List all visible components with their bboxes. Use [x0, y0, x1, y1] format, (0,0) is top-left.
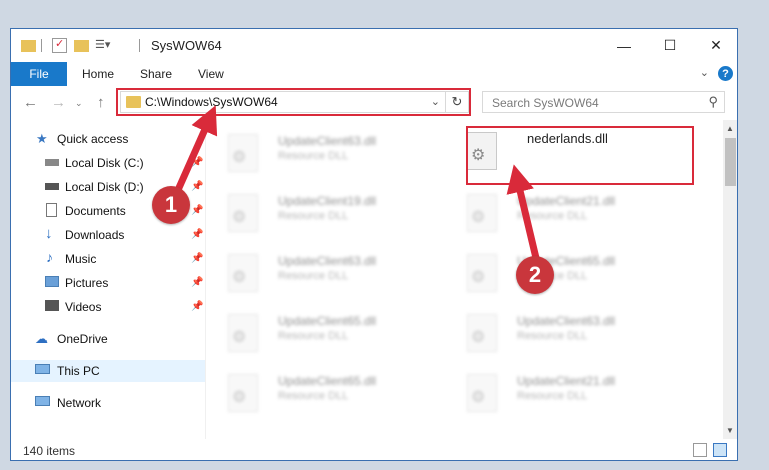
- arrow-to-address: [174, 105, 218, 192]
- callout-2: 2: [516, 256, 554, 294]
- callout-1: 1: [152, 186, 190, 224]
- annotation-arrows: [174, 105, 540, 259]
- arrow-to-file: [506, 164, 540, 259]
